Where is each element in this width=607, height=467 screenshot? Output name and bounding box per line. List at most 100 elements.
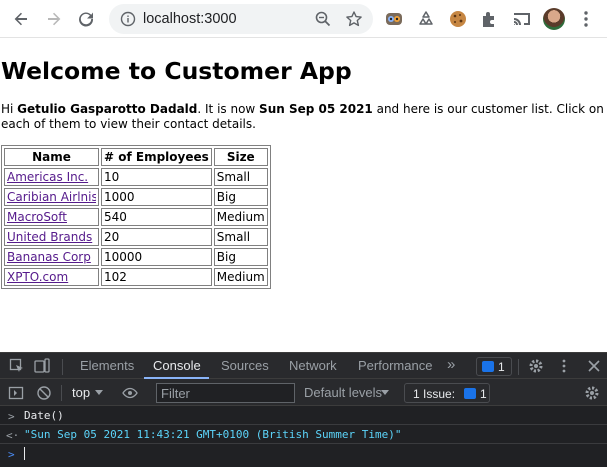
table-row: United Brands 20 Small xyxy=(4,228,268,246)
size-cell: Medium xyxy=(213,268,268,286)
tab-console[interactable]: Console xyxy=(153,358,201,373)
customer-name-cell: Caribian Airlnis xyxy=(4,188,99,206)
message-count-badge[interactable]: 1 xyxy=(476,357,512,376)
issues-count: 1 xyxy=(480,387,487,401)
tab-network[interactable]: Network xyxy=(289,358,337,373)
arrow-right-icon xyxy=(48,12,61,26)
reload-icon xyxy=(79,12,94,27)
console-input-text: Date() xyxy=(24,409,64,422)
customer-link[interactable]: Americas Inc. xyxy=(7,170,96,184)
devtools-tab-bar: Elements Console Sources Network Perform… xyxy=(0,352,607,379)
profile-avatar[interactable] xyxy=(543,8,565,30)
browser-menu-icon[interactable] xyxy=(578,9,594,29)
browser-toolbar: localhost:3000 xyxy=(0,0,607,38)
device-toolbar-icon[interactable] xyxy=(34,358,50,374)
url-text: localhost:3000 xyxy=(143,11,237,27)
employees-cell: 540 xyxy=(101,208,212,226)
table-row: Americas Inc. 10 Small xyxy=(4,168,268,186)
inspect-element-icon[interactable] xyxy=(9,358,25,374)
divider xyxy=(61,385,62,401)
size-cell: Big xyxy=(213,188,268,206)
tab-performance[interactable]: Performance xyxy=(358,358,432,373)
customer-link[interactable]: XPTO.com xyxy=(7,270,96,284)
header-employees: # of Employees xyxy=(101,148,212,166)
table-header-row: Name # of Employees Size xyxy=(4,148,268,166)
employees-cell: 10 xyxy=(101,168,212,186)
customer-link[interactable]: Caribian Airlnis xyxy=(7,190,96,204)
size-cell: Medium xyxy=(213,208,268,226)
devtools-menu-icon[interactable] xyxy=(556,358,572,374)
puzzle-extensions-icon[interactable] xyxy=(480,9,500,29)
issue-message-icon xyxy=(464,388,476,399)
console-filter-input[interactable] xyxy=(156,383,295,403)
header-name: Name xyxy=(4,148,99,166)
table-row: MacroSoft 540 Medium xyxy=(4,208,268,226)
bookmark-star-icon[interactable] xyxy=(345,10,363,28)
console-settings-gear-icon[interactable] xyxy=(584,385,600,401)
chevron-down-icon xyxy=(95,390,103,395)
table-row: Caribian Airlnis 1000 Big xyxy=(4,188,268,206)
size-cell: Big xyxy=(213,248,268,266)
input-prefix: > xyxy=(8,410,15,423)
page-title: Welcome to Customer App xyxy=(1,57,352,85)
size-cell: Small xyxy=(213,168,268,186)
header-size: Size xyxy=(213,148,268,166)
issues-label: 1 Issue: xyxy=(413,387,456,401)
page-content: Welcome to Customer App Hi Getulio Gaspa… xyxy=(0,39,607,352)
tab-elements[interactable]: Elements xyxy=(80,358,134,373)
customer-link[interactable]: United Brands xyxy=(7,230,96,244)
console-toolbar: top Default levels 1 Issue: 1 xyxy=(0,379,607,406)
divider xyxy=(62,359,63,375)
log-levels-dropdown[interactable]: Default levels xyxy=(304,385,382,400)
intro-greeting: Hi xyxy=(1,102,18,116)
chevron-down-icon xyxy=(381,390,389,395)
issues-button[interactable]: 1 Issue: 1 xyxy=(404,383,490,403)
close-icon[interactable] xyxy=(586,358,602,374)
intro-mid: . It is now xyxy=(197,102,260,116)
console-prompt[interactable]: > xyxy=(0,444,607,464)
zoom-icon[interactable] xyxy=(314,10,332,28)
customer-name-cell: Americas Inc. xyxy=(4,168,99,186)
current-date: Sun Sep 05 2021 xyxy=(259,102,373,116)
context-selector[interactable]: top xyxy=(72,385,90,400)
address-bar[interactable]: localhost:3000 xyxy=(109,4,373,34)
customer-link[interactable]: Bananas Corp xyxy=(7,250,96,264)
forward-button[interactable] xyxy=(40,5,68,33)
clear-console-icon[interactable] xyxy=(36,385,52,401)
employees-cell: 20 xyxy=(101,228,212,246)
message-icon xyxy=(482,361,494,372)
divider xyxy=(518,359,519,375)
console-result-line: <· "Sun Sep 05 2021 11:43:21 GMT+0100 (B… xyxy=(0,425,607,444)
recycle-extension-icon[interactable] xyxy=(416,9,436,29)
customer-name-cell: XPTO.com xyxy=(4,268,99,286)
customer-link[interactable]: MacroSoft xyxy=(7,210,96,224)
user-name: Getulio Gasparotto Dadald xyxy=(17,102,198,116)
devtools-panel: Elements Console Sources Network Perform… xyxy=(0,352,607,467)
employees-cell: 10000 xyxy=(101,248,212,266)
settings-gear-icon[interactable] xyxy=(528,358,544,374)
intro-paragraph: Hi Getulio Gasparotto Dadald. It is now … xyxy=(1,102,604,132)
table-row: Bananas Corp 10000 Big xyxy=(4,248,268,266)
table-row: XPTO.com 102 Medium xyxy=(4,268,268,286)
more-tabs-button[interactable]: » xyxy=(447,356,455,373)
employees-cell: 102 xyxy=(101,268,212,286)
tab-sources[interactable]: Sources xyxy=(221,358,269,373)
customer-name-cell: United Brands xyxy=(4,228,99,246)
customer-name-cell: Bananas Corp xyxy=(4,248,99,266)
employees-cell: 1000 xyxy=(101,188,212,206)
prompt-prefix: > xyxy=(8,448,15,461)
info-icon[interactable] xyxy=(120,11,136,27)
customer-table: Name # of Employees Size Americas Inc. 1… xyxy=(1,145,271,289)
message-count: 1 xyxy=(498,360,505,374)
reload-button[interactable] xyxy=(72,5,100,33)
cookie-extension-icon[interactable] xyxy=(448,9,468,29)
sidebar-toggle-icon[interactable] xyxy=(8,385,24,401)
result-prefix: <· xyxy=(6,429,20,442)
console-result-text: "Sun Sep 05 2021 11:43:21 GMT+0100 (Brit… xyxy=(24,428,402,441)
cast-icon[interactable] xyxy=(512,9,532,29)
size-cell: Small xyxy=(213,228,268,246)
owl-extension-icon[interactable] xyxy=(384,9,404,29)
console-input-line: > Date() xyxy=(0,406,607,425)
back-button[interactable] xyxy=(7,5,35,33)
live-expression-eye-icon[interactable] xyxy=(122,385,138,401)
